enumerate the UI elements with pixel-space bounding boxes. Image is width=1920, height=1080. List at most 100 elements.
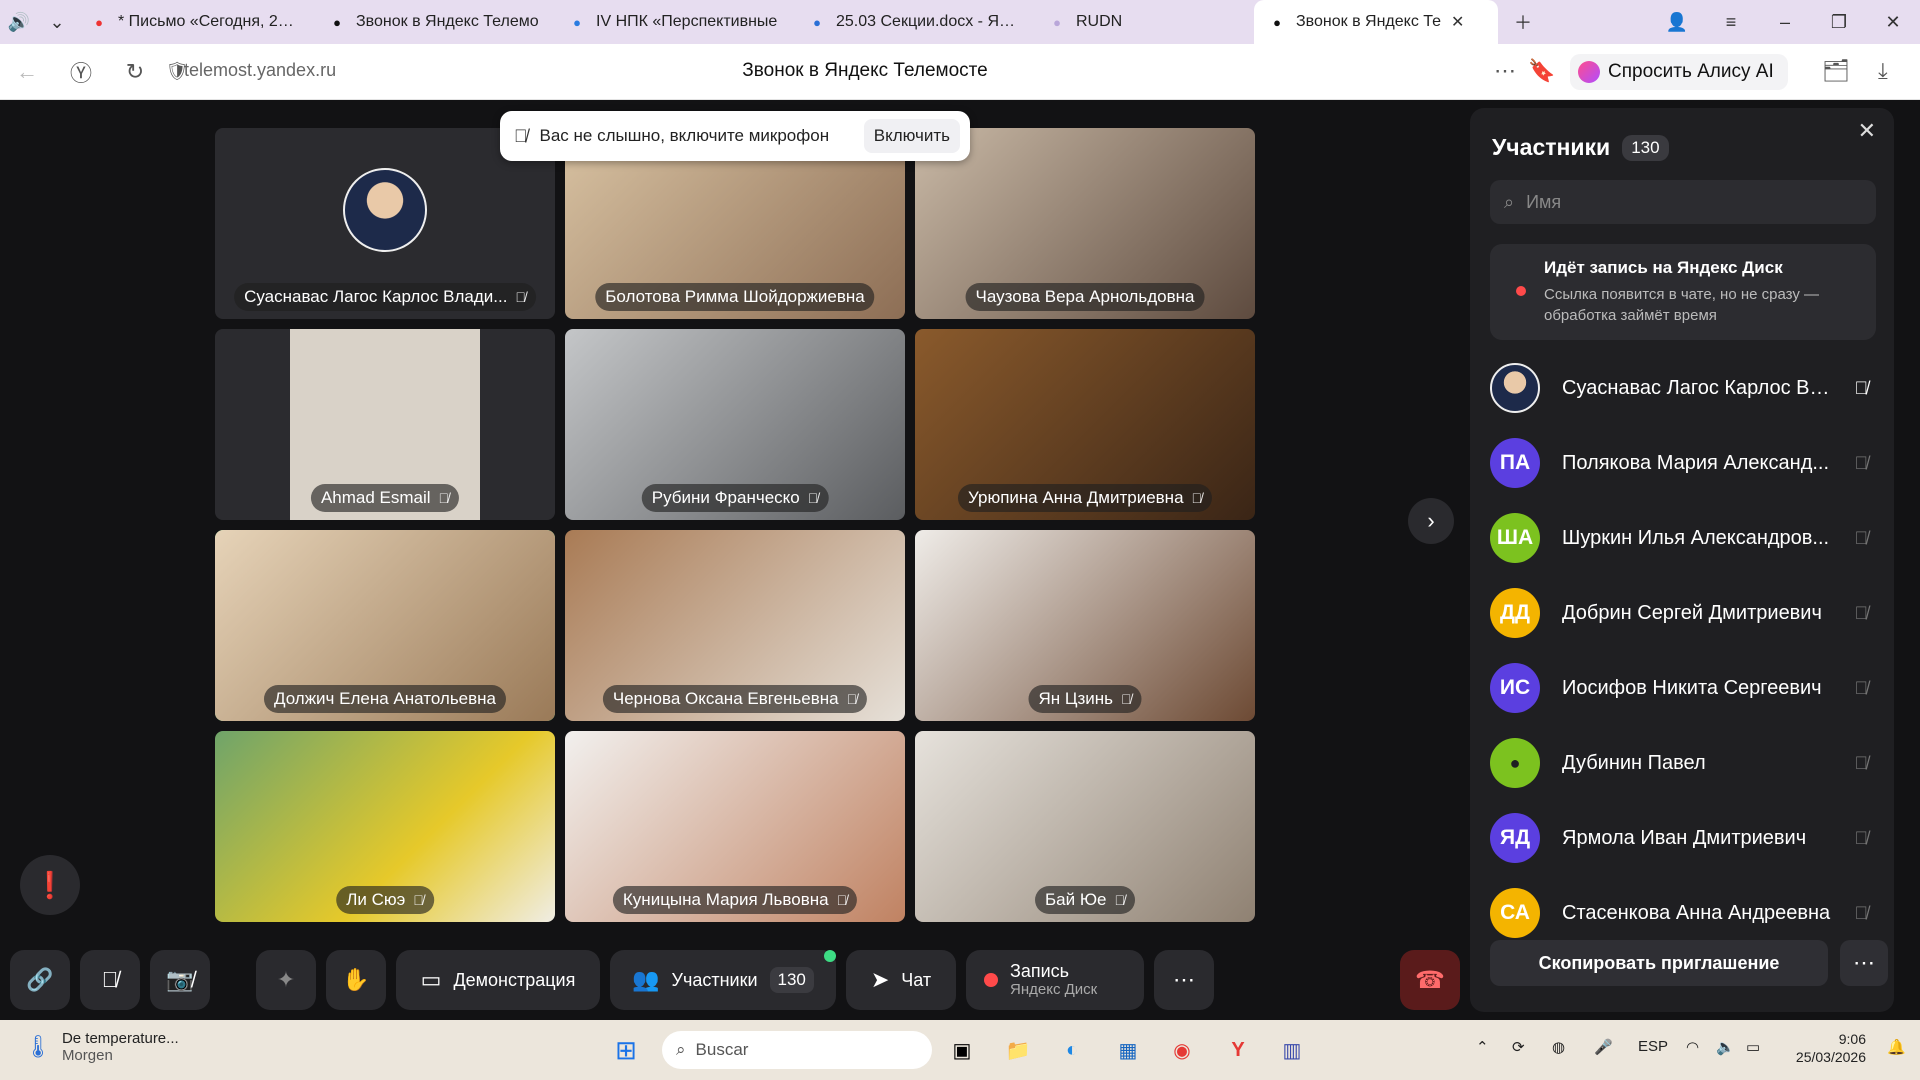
panel-count: 130: [1622, 134, 1669, 161]
panel-more-button[interactable]: ⋯: [1840, 940, 1888, 986]
tray-chevron-icon[interactable]: ⌃: [1476, 1038, 1489, 1056]
wifi-icon[interactable]: ◠: [1686, 1038, 1699, 1056]
participant-name-badge: Болотова Римма Шойдоржиевна: [595, 283, 875, 311]
volume-icon[interactable]: 🔈: [1716, 1038, 1735, 1056]
mic-off-icon: 🎙̸: [413, 892, 424, 908]
close-panel-icon[interactable]: ✕: [1858, 118, 1876, 144]
browser-tab[interactable]: ● Звонок в Яндекс Телемо: [314, 0, 554, 44]
file-explorer-icon[interactable]: 📁: [1000, 1032, 1036, 1068]
battery-icon[interactable]: ▭: [1746, 1038, 1760, 1056]
network-globe-icon[interactable]: ◍: [1552, 1038, 1565, 1056]
participant-row[interactable]: Суаснавас Лагос Карлос Вл... 🎙̸: [1490, 360, 1880, 416]
participant-name: Урюпина Анна Дмитриевна: [967, 488, 1184, 507]
recording-notice: Идёт запись на Яндекс Диск Ссылка появит…: [1490, 244, 1876, 340]
effects-button[interactable]: ✦: [256, 950, 316, 1010]
more-icon[interactable]: ⋯: [1494, 58, 1516, 84]
edge-browser-icon[interactable]: ◐: [1054, 1032, 1090, 1068]
chat-label: Чат: [901, 969, 932, 990]
phone-hangup-icon: ☎: [1415, 966, 1445, 994]
hang-up-button[interactable]: ☎: [1400, 950, 1460, 1010]
mic-off-icon: 🎙̸: [1854, 752, 1869, 773]
record-sublabel: Яндекс Диск: [1010, 980, 1098, 998]
participant-name-badge: Ли Сюэ 🎙̸: [336, 886, 434, 914]
browser-tab[interactable]: ● 25.03 Секции.docx - Янде: [794, 0, 1034, 44]
mic-off-icon: 🎙̸: [438, 490, 450, 506]
edge-icon: ●: [573, 14, 581, 30]
close-window-button[interactable]: ✕: [1866, 12, 1920, 33]
language-indicator[interactable]: ESP: [1638, 1038, 1668, 1055]
browser-tab[interactable]: ● IV НПК «Перспективные: [554, 0, 794, 44]
system-clock[interactable]: 9:06 25/03/2026: [1796, 1030, 1866, 1066]
raise-hand-button[interactable]: ✋: [326, 950, 386, 1010]
sparkle-icon: ✦: [276, 967, 296, 992]
bookmark-icon[interactable]: 🔖: [1528, 58, 1555, 84]
participant-name: Полякова Мария Александ...: [1562, 451, 1830, 474]
yandex-browser-icon[interactable]: Y: [1220, 1032, 1256, 1068]
video-tile[interactable]: Урюпина Анна Дмитриевна 🎙̸: [915, 329, 1255, 520]
avatar: [1490, 363, 1540, 413]
minimize-button[interactable]: –: [1758, 12, 1812, 33]
mic-toggle-button[interactable]: 🎙̸: [80, 950, 140, 1010]
more-options-button[interactable]: ⋯: [1154, 950, 1214, 1010]
chat-button[interactable]: ➤ Чат: [846, 950, 956, 1010]
participant-row[interactable]: СА Стасенкова Анна Андреевна 🎙̸: [1490, 885, 1880, 941]
browser-tab[interactable]: ● * Письмо «Сегодня, 25-го: [76, 0, 314, 44]
video-tile[interactable]: Рубини Франческо 🎙̸: [565, 329, 905, 520]
video-tile[interactable]: Бай Юе 🎙̸: [915, 731, 1255, 922]
participants-online-dot: [824, 950, 836, 962]
copy-invite-button[interactable]: Скопировать приглашение: [1490, 940, 1828, 986]
hand-icon: ✋: [342, 967, 370, 992]
record-button[interactable]: Запись Яндекс Диск: [966, 950, 1144, 1010]
mic-off-icon: 🎙̸: [515, 289, 526, 305]
participants-button[interactable]: 👥 Участники 130: [610, 950, 836, 1010]
chart-app-icon[interactable]: ▥: [1274, 1032, 1310, 1068]
screen-share-button[interactable]: ▭ Демонстрация: [396, 950, 600, 1010]
feedback-icon[interactable]: ❗: [20, 855, 80, 915]
store-icon[interactable]: ▦: [1110, 1032, 1146, 1068]
video-tile[interactable]: Куницына Мария Львовна 🎙̸: [565, 731, 905, 922]
sync-icon[interactable]: ⟳: [1512, 1038, 1525, 1056]
participant-row[interactable]: ● Дубинин Павел 🎙̸: [1490, 735, 1880, 791]
tab-audio-icon[interactable]: 🔊: [0, 0, 38, 44]
next-page-chevron-icon[interactable]: ›: [1408, 498, 1454, 544]
mic-off-icon: 🎙̸: [101, 967, 119, 992]
participant-name-badge: Суаснавас Лагос Карлос Влади... 🎙̸: [234, 283, 536, 311]
browser-menu-icon[interactable]: ≡: [1704, 12, 1758, 33]
task-view-icon[interactable]: ▣: [944, 1032, 980, 1068]
video-tile[interactable]: Ли Сюэ 🎙̸: [215, 731, 555, 922]
copy-link-button[interactable]: 🔗: [10, 950, 70, 1010]
participant-row[interactable]: ША Шуркин Илья Александров... 🎙̸: [1490, 510, 1880, 566]
participant-name: Рубини Франческо: [651, 488, 800, 507]
close-tab-icon[interactable]: ✕: [1451, 12, 1464, 32]
browser-tab[interactable]: ● RUDN: [1034, 0, 1254, 44]
weather-widget[interactable]: 🌡 De temperature... Morgen: [24, 1030, 179, 1064]
chrome-icon[interactable]: ◉: [1164, 1032, 1200, 1068]
video-tile[interactable]: Должич Елена Анатольевна: [215, 530, 555, 721]
video-tile[interactable]: Ян Цзинь 🎙̸: [915, 530, 1255, 721]
link-icon: 🔗: [26, 967, 54, 992]
notifications-icon[interactable]: 🔔: [1887, 1038, 1906, 1056]
participant-row[interactable]: ПА Полякова Мария Александ... 🎙̸: [1490, 435, 1880, 491]
taskbar-search-input[interactable]: ⌕ Buscar: [662, 1031, 932, 1069]
participant-row[interactable]: ДД Добрин Сергей Дмитриевич 🎙̸: [1490, 585, 1880, 641]
mic-off-icon: 🎙̸: [1114, 892, 1125, 908]
profile-icon[interactable]: 👤: [1650, 12, 1704, 33]
tabs-collection-icon[interactable]: 🗂: [1822, 58, 1850, 84]
tab-list-chevron-icon[interactable]: ⌄: [38, 0, 76, 44]
enable-mic-button[interactable]: Включить: [863, 119, 960, 153]
participant-name: Ahmad Esmail: [320, 488, 431, 507]
start-windows-icon[interactable]: ⊞: [608, 1032, 644, 1068]
participant-search-input[interactable]: ⌕ Имя: [1490, 180, 1876, 224]
restore-button[interactable]: ❐: [1812, 12, 1866, 33]
participant-row[interactable]: ЯД Ярмола Иван Дмитриевич 🎙̸: [1490, 810, 1880, 866]
video-tile[interactable]: Ahmad Esmail 🎙̸: [215, 329, 555, 520]
camera-toggle-button[interactable]: 📷̸: [150, 950, 210, 1010]
downloads-icon[interactable]: ⤓: [1878, 58, 1888, 84]
new-tab-button[interactable]: ＋: [1504, 0, 1542, 44]
video-tile[interactable]: Чернова Оксана Евгеньевна 🎙̸: [565, 530, 905, 721]
participant-row[interactable]: ИС Иосифов Никита Сергеевич 🎙̸: [1490, 660, 1880, 716]
weather-sub: Morgen: [61, 1047, 113, 1064]
microphone-tray-icon[interactable]: 🎤: [1594, 1038, 1613, 1056]
ask-alice-button[interactable]: Спросить Алису AI: [1570, 54, 1788, 90]
browser-tab[interactable]: ● Звонок в Яндекс Те ✕: [1254, 0, 1498, 44]
